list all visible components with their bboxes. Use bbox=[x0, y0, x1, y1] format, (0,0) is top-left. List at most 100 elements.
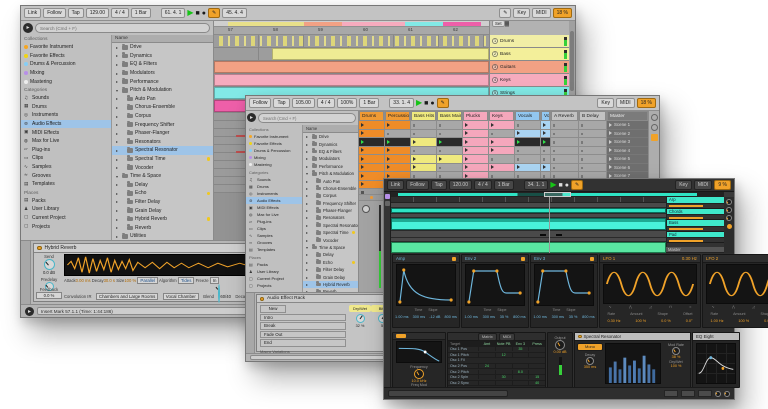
status-play-icon[interactable]: ▸ bbox=[25, 307, 34, 316]
arrangement-position-field[interactable]: 61. 4. 1 bbox=[161, 8, 186, 18]
clip-slot[interactable] bbox=[541, 164, 550, 173]
track-lane[interactable] bbox=[391, 231, 666, 238]
envelope-display[interactable] bbox=[465, 264, 525, 306]
expand-arrow-icon[interactable]: ▸ bbox=[116, 114, 120, 119]
expand-arrow-icon[interactable]: ▾ bbox=[116, 88, 120, 93]
browser-collapse-icon[interactable]: ▸ bbox=[23, 23, 33, 33]
tri-shape-icon[interactable]: ⋀ bbox=[629, 305, 632, 309]
clip-slot[interactable] bbox=[385, 147, 410, 156]
arrangement-track-lane[interactable] bbox=[214, 35, 489, 48]
session-track-header[interactable]: Vocals bbox=[515, 111, 540, 121]
envelope-value[interactable]: 35 % bbox=[500, 315, 509, 319]
clip-slot[interactable] bbox=[579, 155, 606, 164]
sidebar-collection-item[interactable]: Favorite Instrument bbox=[246, 133, 302, 140]
new-variation-button[interactable]: New bbox=[260, 305, 286, 313]
matrix-amount-cell[interactable]: 24 bbox=[478, 364, 495, 368]
browser-device-item[interactable]: ▸ Hybrid Reverb bbox=[112, 215, 213, 224]
stop-button[interactable]: ■ bbox=[196, 10, 200, 17]
browser-device-item[interactable]: ▸ Spectral Time bbox=[112, 155, 213, 164]
clip-slot[interactable] bbox=[515, 155, 540, 164]
clip-slot[interactable] bbox=[551, 130, 578, 139]
session-track-header[interactable]: B Delay bbox=[579, 111, 606, 121]
sidebar-place-item[interactable]: ♟User Library bbox=[246, 268, 302, 275]
matrix-amount-cell[interactable] bbox=[478, 381, 495, 385]
browser-device-item[interactable]: ▸ Reverb bbox=[112, 223, 213, 232]
clip-slot[interactable] bbox=[551, 147, 578, 156]
mini-knob[interactable] bbox=[715, 391, 721, 397]
mixer-knob[interactable] bbox=[726, 215, 732, 221]
clip-slot[interactable] bbox=[463, 130, 488, 139]
sidebar-place-item[interactable]: ▢Projects bbox=[21, 222, 111, 231]
lfo-rate-chip[interactable]: 0.30 Hz bbox=[682, 256, 697, 261]
matrix-amount-cell[interactable] bbox=[512, 364, 529, 368]
browser-device-item[interactable]: ▸ Dynamics bbox=[303, 140, 358, 147]
envelope-value[interactable]: 300 ms bbox=[552, 315, 564, 319]
follow-button[interactable]: Follow bbox=[249, 98, 271, 108]
beat-time-ruler[interactable]: 575859606162 bbox=[214, 27, 489, 35]
variation-row[interactable]: Intro bbox=[260, 314, 346, 322]
sidebar-place-item[interactable]: ▢Projects bbox=[246, 282, 302, 289]
expand-arrow-icon[interactable]: ▸ bbox=[116, 62, 120, 67]
random-shape-icon[interactable]: ≈ bbox=[689, 305, 691, 309]
search-input[interactable]: Search (Cmd + F) bbox=[258, 113, 356, 123]
audio-clip[interactable] bbox=[391, 242, 666, 253]
session-clip[interactable] bbox=[515, 130, 540, 138]
browser-device-item[interactable]: ▾ Pitch & Modulation bbox=[303, 170, 358, 177]
clip-slot[interactable] bbox=[489, 121, 514, 130]
solo-button[interactable] bbox=[727, 224, 732, 229]
expand-arrow-icon[interactable]: ▸ bbox=[306, 186, 310, 191]
browser-device-item[interactable]: ▸ Auto Pan bbox=[112, 95, 213, 104]
link-button[interactable]: Link bbox=[24, 8, 41, 18]
expand-arrow-icon[interactable]: ▸ bbox=[116, 148, 120, 153]
envelope-value[interactable]: -12 dB bbox=[429, 315, 440, 319]
playing-clip[interactable] bbox=[385, 138, 410, 146]
arrangement-track-lane[interactable] bbox=[214, 48, 489, 61]
lfo-value[interactable]: 0.30 Hz bbox=[607, 319, 620, 323]
clip-slot[interactable] bbox=[489, 130, 514, 139]
draw-mode-icon[interactable]: ✎ bbox=[499, 8, 511, 18]
lfo-display[interactable] bbox=[706, 264, 768, 304]
sine-shape-icon[interactable]: ∿ bbox=[609, 305, 612, 309]
session-clip[interactable] bbox=[385, 155, 410, 163]
browser-device-item[interactable]: ▸ Modulators bbox=[303, 155, 358, 162]
expand-arrow-icon[interactable]: ▸ bbox=[306, 275, 310, 280]
session-clip[interactable] bbox=[411, 155, 436, 163]
stop-button[interactable]: ■ bbox=[424, 100, 428, 107]
session-clip[interactable] bbox=[463, 130, 488, 138]
midi-map-button[interactable]: MIDI bbox=[694, 180, 713, 190]
track-header[interactable]: 3 Guitars bbox=[490, 61, 569, 74]
clip-slot[interactable] bbox=[437, 130, 462, 139]
expand-arrow-icon[interactable]: ▸ bbox=[116, 182, 120, 187]
mode-chip[interactable] bbox=[521, 257, 525, 261]
midi-map-button[interactable]: MIDI bbox=[616, 98, 635, 108]
browser-device-item[interactable]: ▸ EQ & Filters bbox=[112, 60, 213, 69]
browser-device-item[interactable]: ▸ Phaser-Flanger bbox=[112, 129, 213, 138]
session-clip[interactable] bbox=[359, 147, 384, 155]
sidebar-category-item[interactable]: ◍Max for Live bbox=[246, 211, 302, 218]
track-header[interactable]: Bass bbox=[667, 220, 724, 232]
sidebar-category-item[interactable]: ▭Clips bbox=[21, 154, 111, 163]
record-button[interactable]: ● bbox=[565, 182, 569, 189]
device-chain-mini[interactable] bbox=[698, 390, 712, 397]
device-on-led[interactable] bbox=[578, 335, 582, 339]
clip-slot[interactable] bbox=[579, 164, 606, 173]
saw-shape-icon[interactable]: ◿ bbox=[752, 305, 755, 309]
play-button[interactable]: ▶ bbox=[416, 99, 422, 107]
clip-stop-row[interactable] bbox=[359, 189, 384, 195]
matrix-col-header[interactable]: Env 3 bbox=[512, 342, 529, 346]
filter-type-chip[interactable] bbox=[396, 334, 406, 338]
filter-display[interactable] bbox=[396, 341, 442, 363]
clip-slot[interactable] bbox=[463, 164, 488, 173]
session-clip[interactable] bbox=[463, 147, 488, 155]
tap-button[interactable]: Tap bbox=[431, 180, 447, 190]
browser-device-item[interactable]: ▸ Frequency Shifter bbox=[112, 120, 213, 129]
session-clip[interactable] bbox=[437, 155, 462, 163]
browser-device-item[interactable]: ▸ Delay bbox=[112, 181, 213, 190]
expand-arrow-icon[interactable]: ▾ bbox=[116, 174, 120, 179]
session-clip[interactable] bbox=[489, 138, 514, 146]
browser-device-item[interactable]: ▸ Frequency Shifter bbox=[303, 200, 358, 207]
frequency-knob[interactable] bbox=[414, 369, 424, 379]
master-track-header[interactable]: Master bbox=[607, 111, 648, 121]
mixer-toggle-chip[interactable] bbox=[651, 134, 658, 141]
mixer-knob[interactable] bbox=[726, 199, 732, 205]
